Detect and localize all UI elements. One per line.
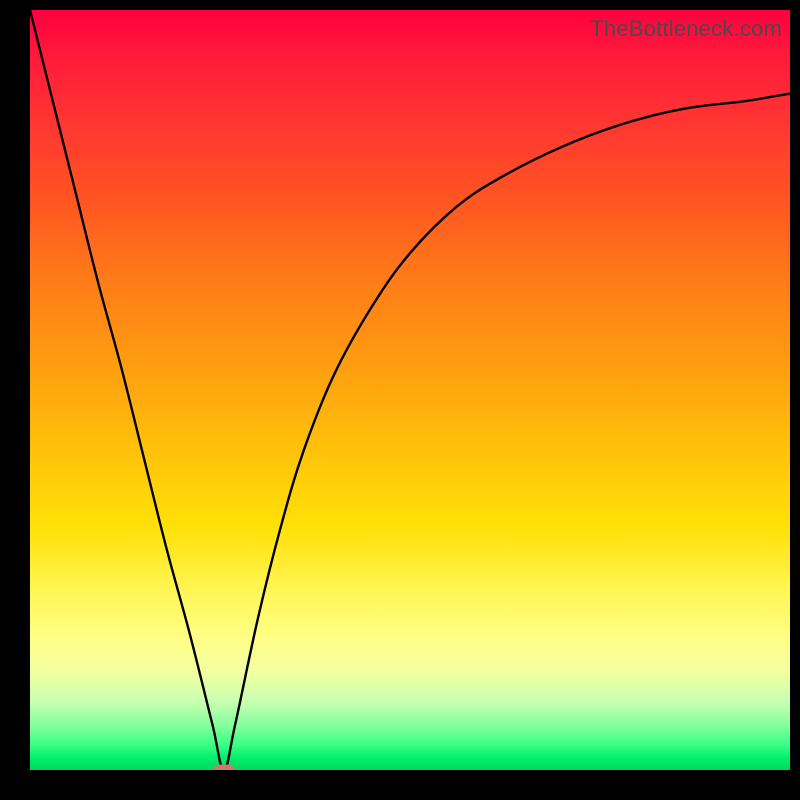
- watermark-text: TheBottleneck.com: [590, 16, 782, 42]
- chart-frame: TheBottleneck.com: [0, 0, 800, 800]
- background-gradient: [30, 10, 790, 770]
- optimal-marker: [213, 765, 235, 771]
- plot-area: TheBottleneck.com: [30, 10, 790, 770]
